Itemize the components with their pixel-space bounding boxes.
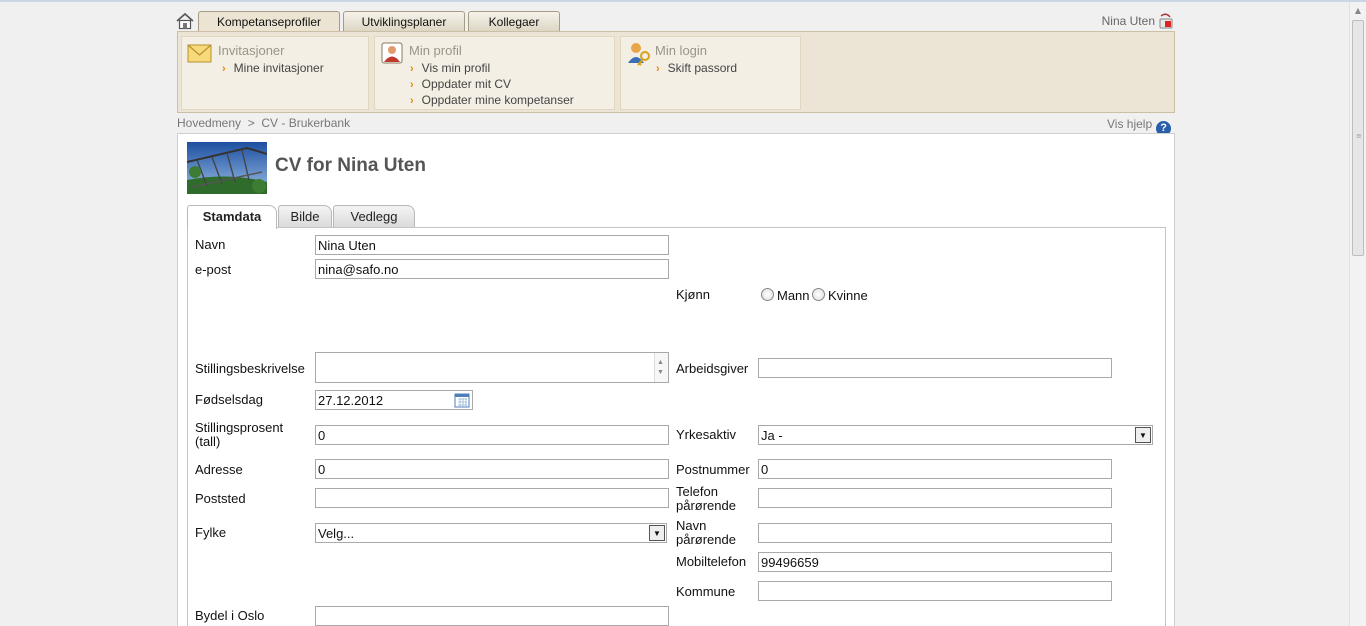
mobiltelefon-input[interactable]: 99496659 (758, 552, 1112, 572)
page-title: CV for Nina Uten (275, 155, 426, 176)
label-line: pårørende (676, 532, 736, 547)
scroll-up-icon[interactable]: ▲ (1350, 2, 1366, 19)
fylke-value: Velg... (318, 526, 355, 541)
label-postnummer: Postnummer (676, 462, 750, 477)
cv-header-photo (187, 142, 267, 194)
menu-title-invitasjoner: Invitasjoner (218, 43, 285, 58)
link-label: Vis min profil (421, 61, 491, 75)
epost-input[interactable]: nina@safo.no (315, 259, 669, 279)
tab-vedlegg[interactable]: Vedlegg (333, 205, 415, 228)
navn-parorende-input[interactable] (758, 523, 1112, 543)
label-mann: Mann (777, 288, 810, 303)
chevron-right-icon: › (410, 79, 414, 91)
fodselsdag-value: 27.12.2012 (318, 393, 384, 408)
stillingsbeskrivelse-textarea[interactable]: ▲ ▼ (315, 352, 669, 383)
label-navn: Navn (195, 237, 226, 252)
menu-title-min-profil: Min profil (409, 43, 462, 58)
bydel-input[interactable] (315, 606, 669, 626)
arbeidsgiver-input[interactable] (758, 358, 1112, 378)
logout-icon[interactable] (1158, 13, 1174, 29)
navn-input[interactable]: Nina Uten (315, 235, 669, 255)
postnummer-input[interactable]: 0 (758, 459, 1112, 479)
keys-user-icon (628, 43, 650, 66)
label-telefon-parorende: Telefon pårørende (676, 485, 736, 513)
calendar-icon[interactable] (454, 392, 470, 408)
label-line: (tall) (195, 434, 221, 449)
link-oppdater-mine-kompetanser[interactable]: › Oppdater mine kompetanser (410, 93, 574, 107)
link-label: Skift passord (667, 61, 738, 75)
label-line: Telefon (676, 484, 718, 499)
tab-utviklingsplaner[interactable]: Utviklingsplaner (343, 11, 465, 31)
label-epost: e-post (195, 262, 232, 277)
label-stillingsbeskrivelse: Stillingsbeskrivelse (195, 361, 305, 376)
current-user-name: Nina Uten (1101, 14, 1155, 28)
main-menu-panel: Invitasjoner › Mine invitasjoner Min prof… (177, 31, 1175, 113)
label-line: Navn (676, 518, 707, 533)
label-adresse: Adresse (195, 462, 243, 477)
yrkesaktiv-value: Ja - (761, 428, 783, 443)
label-line: pårørende (676, 498, 736, 513)
link-label: Oppdater mine kompetanser (421, 93, 574, 107)
label-yrkesaktiv: Yrkesaktiv (676, 427, 736, 442)
help-label: Vis hjelp (1107, 117, 1153, 131)
radio-kvinne[interactable] (812, 288, 825, 301)
link-mine-invitasjoner[interactable]: › Mine invitasjoner (222, 61, 324, 75)
tab-bilde[interactable]: Bilde (278, 205, 332, 228)
kommune-input[interactable] (758, 581, 1112, 601)
chevron-down-icon[interactable]: ▼ (649, 525, 665, 541)
link-skift-passord[interactable]: › Skift passord (656, 61, 737, 75)
home-icon[interactable] (176, 12, 194, 30)
label-kvinne: Kvinne (828, 288, 868, 303)
scrollbar-thumb[interactable]: ≡ (1352, 20, 1364, 256)
chevron-right-icon: › (410, 63, 414, 75)
label-poststed: Poststed (195, 491, 246, 506)
textarea-scrollbar[interactable]: ▲ ▼ (654, 353, 668, 382)
tab-kompetanseprofiler[interactable]: Kompetanseprofiler (198, 11, 340, 32)
label-navn-parorende: Navn pårørende (676, 519, 736, 547)
scroll-down-icon[interactable]: ▼ (657, 365, 664, 380)
yrkesaktiv-select[interactable]: Ja - ▼ (758, 425, 1153, 445)
menu-box-invitations: Invitasjoner › Mine invitasjoner (181, 36, 369, 110)
telefon-parorende-input[interactable] (758, 488, 1112, 508)
menu-box-profile: Min profil › Vis min profil › Oppdater mit… (374, 36, 615, 110)
stillingsprosent-input[interactable]: 0 (315, 425, 669, 445)
menu-box-login: Min login › Skift passord (620, 36, 801, 110)
link-vis-min-profil[interactable]: › Vis min profil (410, 61, 490, 75)
tab-kollegaer[interactable]: Kollegaer (468, 11, 560, 31)
profile-icon (381, 42, 403, 64)
radio-mann[interactable] (761, 288, 774, 301)
breadcrumb[interactable]: Hovedmeny > CV - Brukerbank (177, 116, 350, 130)
chevron-down-icon[interactable]: ▼ (1135, 427, 1151, 443)
link-label: Oppdater mit CV (421, 77, 512, 91)
poststed-input[interactable] (315, 488, 669, 508)
grip-icon: ≡ (1356, 132, 1362, 140)
envelope-icon (187, 44, 212, 63)
link-oppdater-mit-cv[interactable]: › Oppdater mit CV (410, 77, 511, 91)
label-line: Stillingsprosent (195, 420, 284, 435)
label-stillingsprosent: Stillingsprosent (tall) (195, 421, 283, 449)
fodselsdag-input[interactable]: 27.12.2012 (315, 390, 473, 410)
label-arbeidsgiver: Arbeidsgiver (676, 361, 749, 376)
chevron-right-icon: › (222, 63, 226, 75)
label-kommune: Kommune (676, 584, 736, 599)
menu-title-min-login: Min login (655, 43, 708, 58)
link-label: Mine invitasjoner (233, 61, 324, 75)
label-mobiltelefon: Mobiltelefon (676, 554, 747, 569)
chevron-right-icon: › (410, 95, 414, 107)
chevron-right-icon: › (656, 63, 660, 75)
label-fodselsdag: Fødselsdag (195, 392, 263, 407)
fylke-select[interactable]: Velg... ▼ (315, 523, 667, 543)
adresse-input[interactable]: 0 (315, 459, 669, 479)
page-scrollbar[interactable]: ▲ ≡ (1349, 2, 1366, 626)
label-bydel: Bydel i Oslo (195, 608, 265, 623)
label-fylke: Fylke (195, 525, 227, 540)
window-top-border (0, 0, 1366, 2)
tab-stamdata[interactable]: Stamdata (187, 205, 277, 229)
label-kjonn: Kjønn (676, 287, 710, 302)
